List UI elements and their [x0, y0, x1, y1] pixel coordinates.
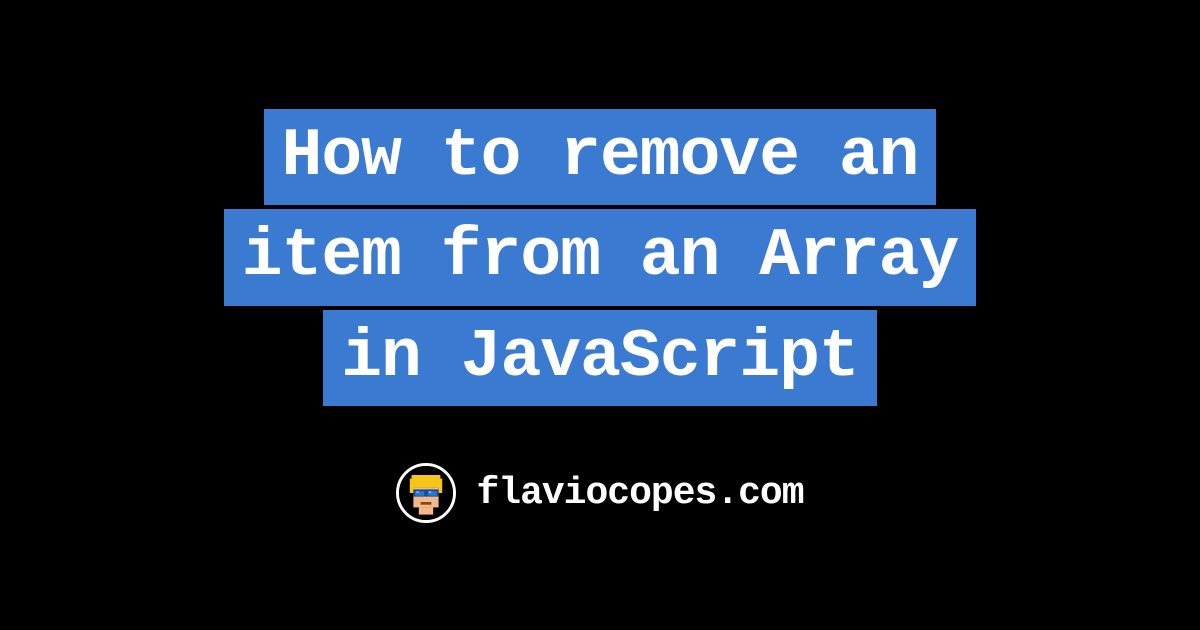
footer: flaviocopes.com	[396, 463, 803, 523]
avatar-icon	[396, 463, 456, 523]
article-title: How to remove an item from an Array in J…	[224, 107, 977, 408]
title-line-3: in JavaScript	[323, 310, 877, 406]
site-name: flaviocopes.com	[476, 472, 803, 515]
title-line-1: How to remove an	[264, 109, 937, 205]
title-line-2: item from an Array	[224, 209, 977, 305]
